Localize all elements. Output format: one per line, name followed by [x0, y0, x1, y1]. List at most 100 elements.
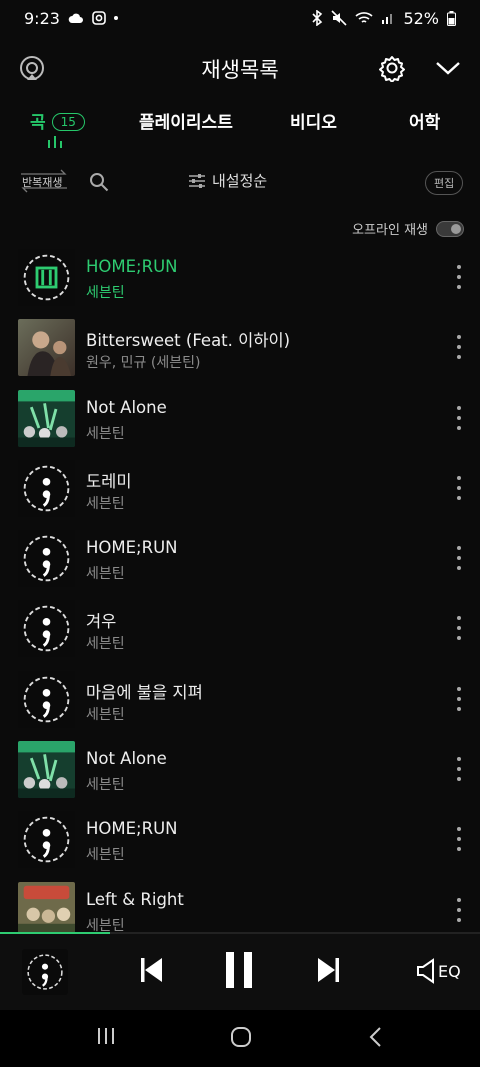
collapse-button[interactable]: [430, 50, 466, 86]
back-icon: [369, 1027, 381, 1047]
more-options-button[interactable]: [452, 827, 466, 852]
skip-next-icon: [318, 958, 339, 982]
song-title: 겨우: [86, 612, 117, 632]
more-vert-icon: [457, 616, 461, 621]
home-icon: [231, 1027, 251, 1047]
more-vert-icon: [457, 686, 461, 691]
song-title: HOME;RUN: [86, 538, 178, 558]
song-row[interactable]: 도레미 세븐틴: [0, 458, 480, 528]
more-options-button[interactable]: [452, 757, 466, 782]
album-art: [18, 881, 75, 939]
offline-label: 오프라인 재생: [352, 223, 428, 238]
eq-button[interactable]: EQ: [416, 958, 461, 984]
pause-button[interactable]: [226, 952, 254, 988]
more-vert-icon: [457, 475, 461, 480]
tab-playlist[interactable]: 플레이리스트: [139, 108, 233, 133]
header: 재생목록: [0, 36, 480, 100]
song-artist: 세븐틴: [86, 636, 125, 653]
sort-button[interactable]: 내설정순: [188, 170, 267, 191]
mute-icon: [331, 10, 348, 26]
album-art: [18, 741, 75, 799]
song-row[interactable]: Not Alone 세븐틴: [0, 388, 480, 458]
song-title: 마음에 불을 지펴: [86, 682, 203, 702]
song-title: Left & Right: [86, 889, 184, 909]
gear-icon: [379, 56, 405, 82]
song-title: Not Alone: [86, 749, 167, 769]
search-icon: [90, 173, 109, 192]
previous-button[interactable]: [141, 956, 163, 984]
song-row[interactable]: HOME;RUN 세븐틴: [0, 528, 480, 598]
more-options-button[interactable]: [452, 616, 466, 641]
search-button[interactable]: [89, 172, 109, 192]
more-vert-icon: [457, 405, 461, 410]
edit-button[interactable]: 편집: [425, 171, 464, 195]
song-title: HOME;RUN: [86, 257, 178, 276]
sliders-icon: [189, 173, 205, 188]
now-playing-art[interactable]: [22, 949, 68, 995]
more-options-button[interactable]: [452, 335, 466, 360]
more-options-button[interactable]: [452, 686, 466, 711]
song-artist: 세븐틴: [86, 847, 125, 864]
clock: 9:23: [24, 8, 60, 28]
more-vert-icon: [457, 335, 461, 340]
system-nav-bar: [0, 1010, 480, 1067]
song-artist: 세븐틴: [86, 777, 125, 794]
battery-icon: [447, 10, 456, 26]
song-count-badge: 15: [51, 113, 85, 131]
back-button[interactable]: [368, 1026, 382, 1048]
song-artist: 원우, 민규 (세븐틴): [86, 355, 201, 372]
home-button[interactable]: [230, 1026, 252, 1048]
album-art: [18, 459, 75, 517]
song-row[interactable]: 겨우세븐틴: [0, 598, 480, 668]
more-vert-icon: [457, 897, 461, 902]
mini-player: EQ: [0, 934, 480, 1010]
album-art-semicolon: [22, 949, 68, 995]
repeat-label: 반복재생: [22, 176, 63, 189]
more-options-button[interactable]: [452, 405, 466, 430]
wifi-icon: [355, 12, 373, 23]
equalizer-bars-icon: [48, 136, 62, 148]
song-row[interactable]: HOME;RUN 세븐틴: [0, 247, 480, 317]
song-row[interactable]: HOME;RUN 세븐틴: [0, 809, 480, 879]
offline-play: 오프라인 재생: [352, 219, 464, 238]
more-options-button[interactable]: [452, 475, 466, 500]
recent-apps-button[interactable]: [96, 1026, 116, 1046]
song-title: Not Alone: [86, 397, 167, 417]
song-row[interactable]: 마음에 불을 지펴세븐틴: [0, 669, 480, 739]
song-row[interactable]: Not Alone 세븐틴: [0, 739, 480, 809]
album-art: [18, 389, 75, 447]
tab-songs[interactable]: 곡 15: [30, 108, 85, 133]
more-vert-icon: [457, 757, 461, 762]
song-row[interactable]: Bittersweet (Feat. 이하이) 원우, 민규 (세븐틴): [0, 317, 480, 387]
cloud-icon: [68, 13, 83, 23]
signal-icon: [382, 14, 393, 24]
song-artist: 세븐틴: [86, 495, 125, 512]
album-art: [18, 319, 75, 377]
speaker-icon: [417, 958, 434, 984]
more-vert-icon: [457, 265, 461, 269]
bluetooth-icon: [312, 10, 323, 26]
instagram-icon: [92, 11, 106, 25]
tab-songs-label: 곡: [30, 113, 46, 133]
repeat-button[interactable]: 반복재생: [18, 168, 70, 194]
tab-video[interactable]: 비디오: [290, 108, 337, 133]
offline-toggle[interactable]: [436, 220, 464, 237]
battery-percent: 52%: [403, 8, 439, 28]
album-art: [18, 249, 75, 306]
album-art: [18, 530, 75, 588]
eq-label: EQ: [438, 961, 461, 981]
tab-language[interactable]: 어학: [409, 108, 440, 133]
song-artist: 세븐틴: [86, 706, 125, 723]
more-options-button[interactable]: [452, 265, 466, 289]
song-artist: 세븐틴: [86, 566, 125, 583]
next-button[interactable]: [317, 956, 339, 984]
more-options-button[interactable]: [452, 897, 466, 922]
settings-button[interactable]: [374, 50, 410, 86]
song-artist: 세븐틴: [86, 425, 125, 442]
album-art: [18, 670, 75, 728]
notification-dot-icon: [113, 16, 118, 20]
recent-apps-icon: [98, 1028, 114, 1044]
sort-label: 내설정순: [212, 172, 268, 190]
album-art: [18, 811, 75, 869]
more-options-button[interactable]: [452, 546, 466, 571]
